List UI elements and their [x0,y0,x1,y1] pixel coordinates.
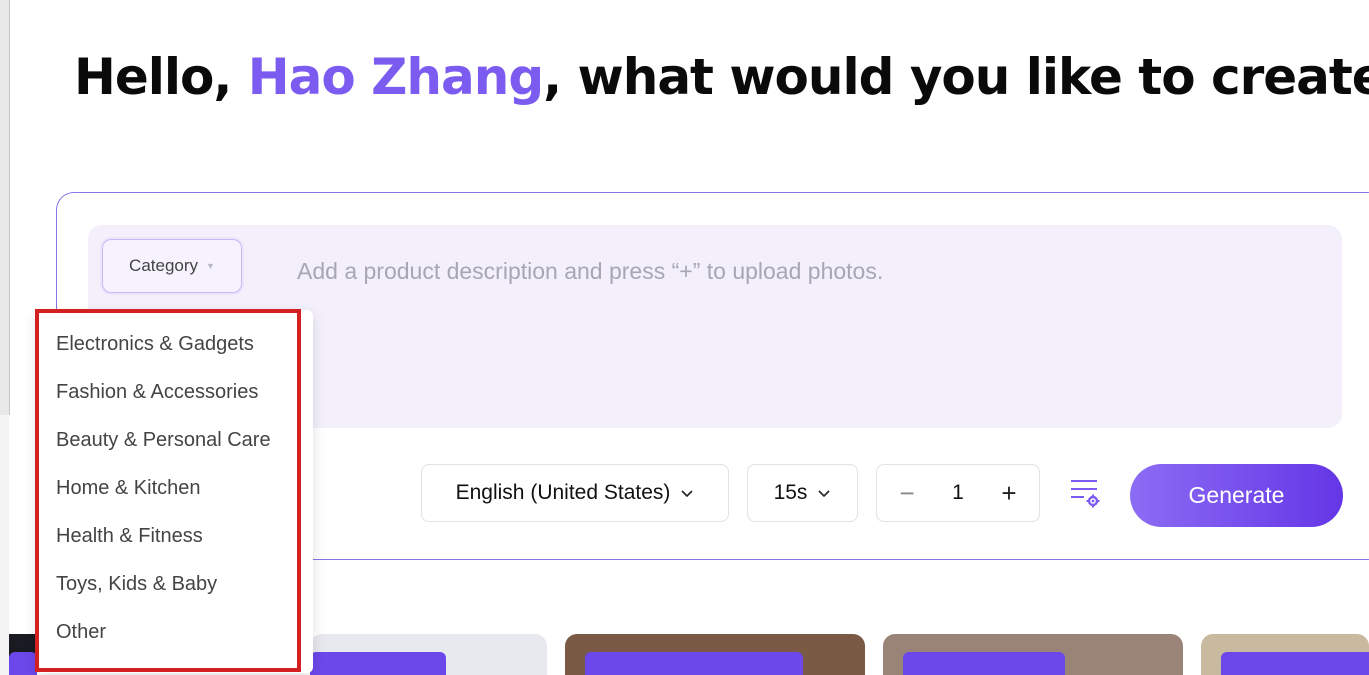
card-label-bar [585,652,803,675]
menu-item-electronics[interactable]: Electronics & Gadgets [56,330,271,378]
user-name: Hao Zhang [247,48,544,106]
template-card[interactable] [310,634,547,675]
menu-item-fashion[interactable]: Fashion & Accessories [56,378,271,426]
menu-item-toys[interactable]: Toys, Kids & Baby [56,570,271,618]
page-title: Hello, Hao Zhang, what would you like to… [74,48,1369,106]
greeting-suffix: , what would you like to create? [543,48,1369,106]
quantity-stepper: − 1 + [876,464,1040,522]
chevron-down-icon [818,490,830,498]
category-dropdown[interactable]: Category ▼ [102,239,242,293]
template-card[interactable] [883,634,1183,675]
category-menu: Electronics & Gadgets Fashion & Accessor… [36,310,313,673]
menu-item-other[interactable]: Other [56,618,271,666]
settings-filter-icon[interactable] [1068,476,1102,510]
template-card[interactable] [1201,634,1369,675]
chevron-down-icon [681,490,693,498]
duration-value: 15s [773,481,808,504]
template-card[interactable] [565,634,865,675]
decrement-button[interactable]: − [892,478,922,509]
category-label: Category [129,256,199,275]
card-label-bar [903,652,1065,675]
generate-button[interactable]: Generate [1130,464,1343,527]
language-value: English (United States) [455,481,671,504]
menu-item-home[interactable]: Home & Kitchen [56,474,271,522]
card-label-bar [1221,652,1369,675]
menu-item-health[interactable]: Health & Fitness [56,522,271,570]
card-label-bar [9,652,37,675]
quantity-value: 1 [952,481,964,504]
duration-select[interactable]: 15s [747,464,858,522]
increment-button[interactable]: + [994,478,1024,509]
caret-down-icon: ▼ [206,261,215,271]
description-placeholder: Add a product description and press “+” … [297,258,884,284]
menu-item-beauty[interactable]: Beauty & Personal Care [56,426,271,474]
window-edge [0,0,10,415]
template-card[interactable] [9,634,37,675]
language-select[interactable]: English (United States) [421,464,729,522]
greeting-prefix: Hello, [74,48,248,106]
card-label-bar [310,652,446,675]
window-edge-lower [0,415,9,675]
